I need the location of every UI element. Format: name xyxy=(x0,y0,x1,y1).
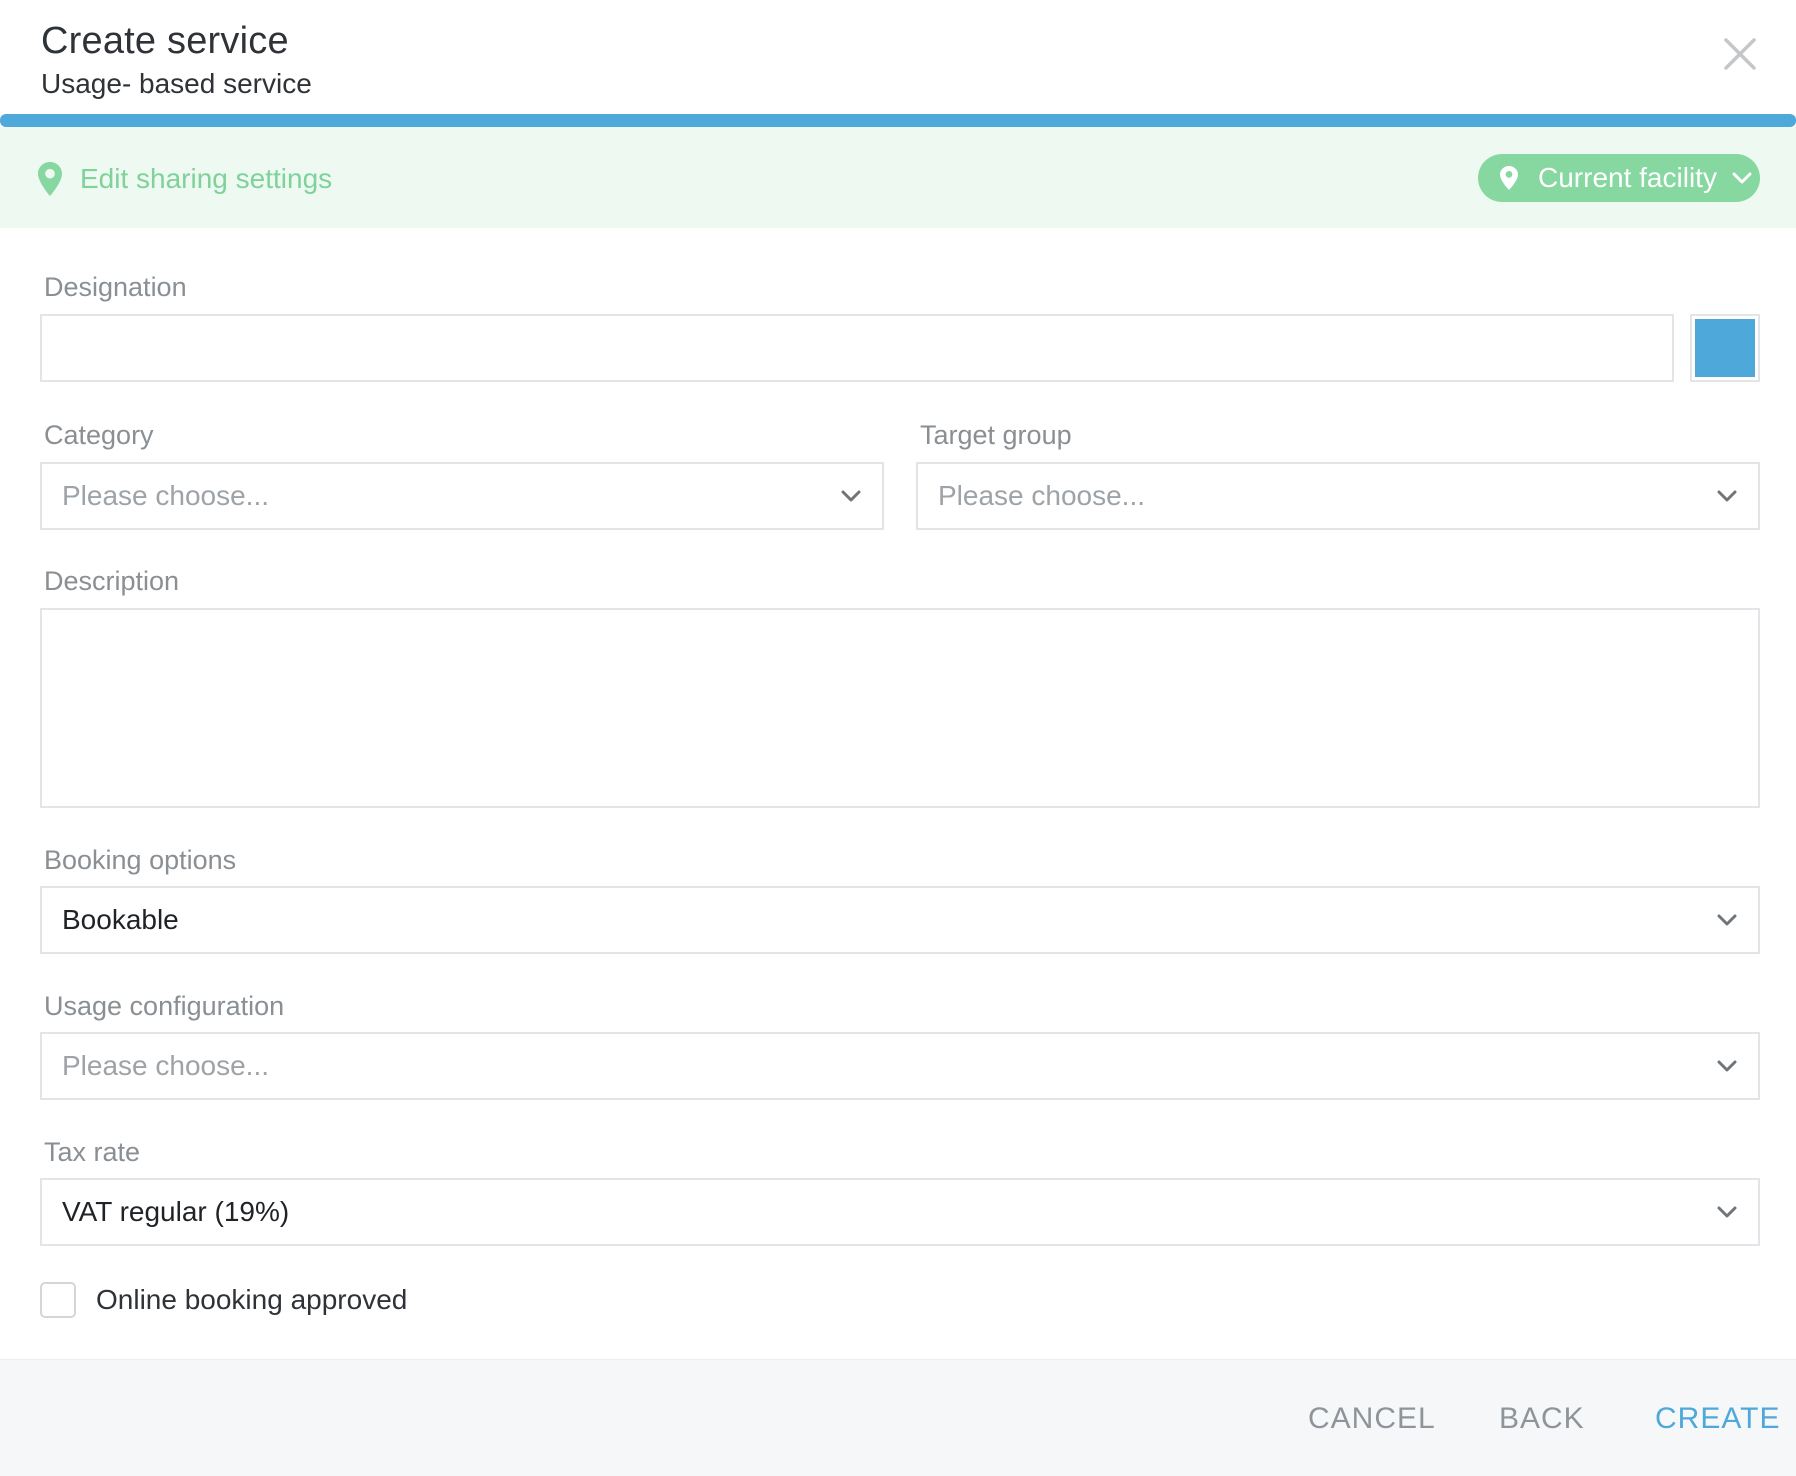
tax-rate-label: Tax rate xyxy=(44,1137,141,1167)
chevron-down-icon xyxy=(1716,489,1738,503)
cancel-button[interactable]: CANCEL xyxy=(1308,1402,1436,1436)
sharing-bar: Edit sharing settings Current facility xyxy=(0,127,1796,228)
target-group-value: Please choose... xyxy=(938,480,1146,511)
chevron-down-icon xyxy=(1731,171,1753,185)
dialog-title: Create service xyxy=(41,20,289,62)
location-pin-icon xyxy=(38,162,62,196)
online-booking-approved-row[interactable]: Online booking approved xyxy=(40,1282,407,1318)
chevron-down-icon xyxy=(840,489,862,503)
close-icon[interactable] xyxy=(1718,32,1762,76)
current-facility-label: Current facility xyxy=(1538,162,1717,193)
designation-input[interactable] xyxy=(40,314,1674,382)
designation-label: Designation xyxy=(44,272,187,302)
tax-rate-select[interactable]: VAT regular (19%) xyxy=(40,1178,1760,1246)
online-booking-approved-label: Online booking approved xyxy=(96,1284,408,1315)
back-button[interactable]: BACK xyxy=(1499,1402,1585,1436)
online-booking-approved-checkbox[interactable] xyxy=(40,1282,76,1318)
booking-options-label: Booking options xyxy=(44,845,237,875)
description-textarea[interactable] xyxy=(40,608,1760,808)
usage-configuration-value: Please choose... xyxy=(62,1050,270,1081)
dialog-footer: CANCEL BACK CREATE xyxy=(0,1359,1796,1476)
category-label: Category xyxy=(44,420,154,450)
color-picker-button[interactable] xyxy=(1690,314,1760,382)
location-pin-icon xyxy=(1500,166,1518,190)
chevron-down-icon xyxy=(1716,1205,1738,1219)
color-swatch-fill xyxy=(1695,319,1755,377)
booking-options-select[interactable]: Bookable xyxy=(40,886,1760,954)
progress-bar xyxy=(0,114,1796,127)
category-value: Please choose... xyxy=(62,480,270,511)
booking-options-value: Bookable xyxy=(62,904,179,935)
dialog-header: Create service Usage- based service xyxy=(0,0,1796,115)
chevron-down-icon xyxy=(1716,1059,1738,1073)
usage-configuration-label: Usage configuration xyxy=(44,991,285,1021)
create-button[interactable]: CREATE xyxy=(1655,1402,1780,1436)
usage-configuration-select[interactable]: Please choose... xyxy=(40,1032,1760,1100)
category-select[interactable]: Please choose... xyxy=(40,462,884,530)
chevron-down-icon xyxy=(1716,913,1738,927)
edit-sharing-settings-link[interactable]: Edit sharing settings xyxy=(38,162,332,196)
dialog-subtitle: Usage- based service xyxy=(41,68,312,99)
tax-rate-value: VAT regular (19%) xyxy=(62,1196,290,1227)
target-group-select[interactable]: Please choose... xyxy=(916,462,1760,530)
current-facility-dropdown[interactable]: Current facility xyxy=(1478,154,1760,202)
description-label: Description xyxy=(44,566,180,596)
edit-sharing-settings-label: Edit sharing settings xyxy=(80,163,333,194)
target-group-label: Target group xyxy=(920,420,1072,450)
